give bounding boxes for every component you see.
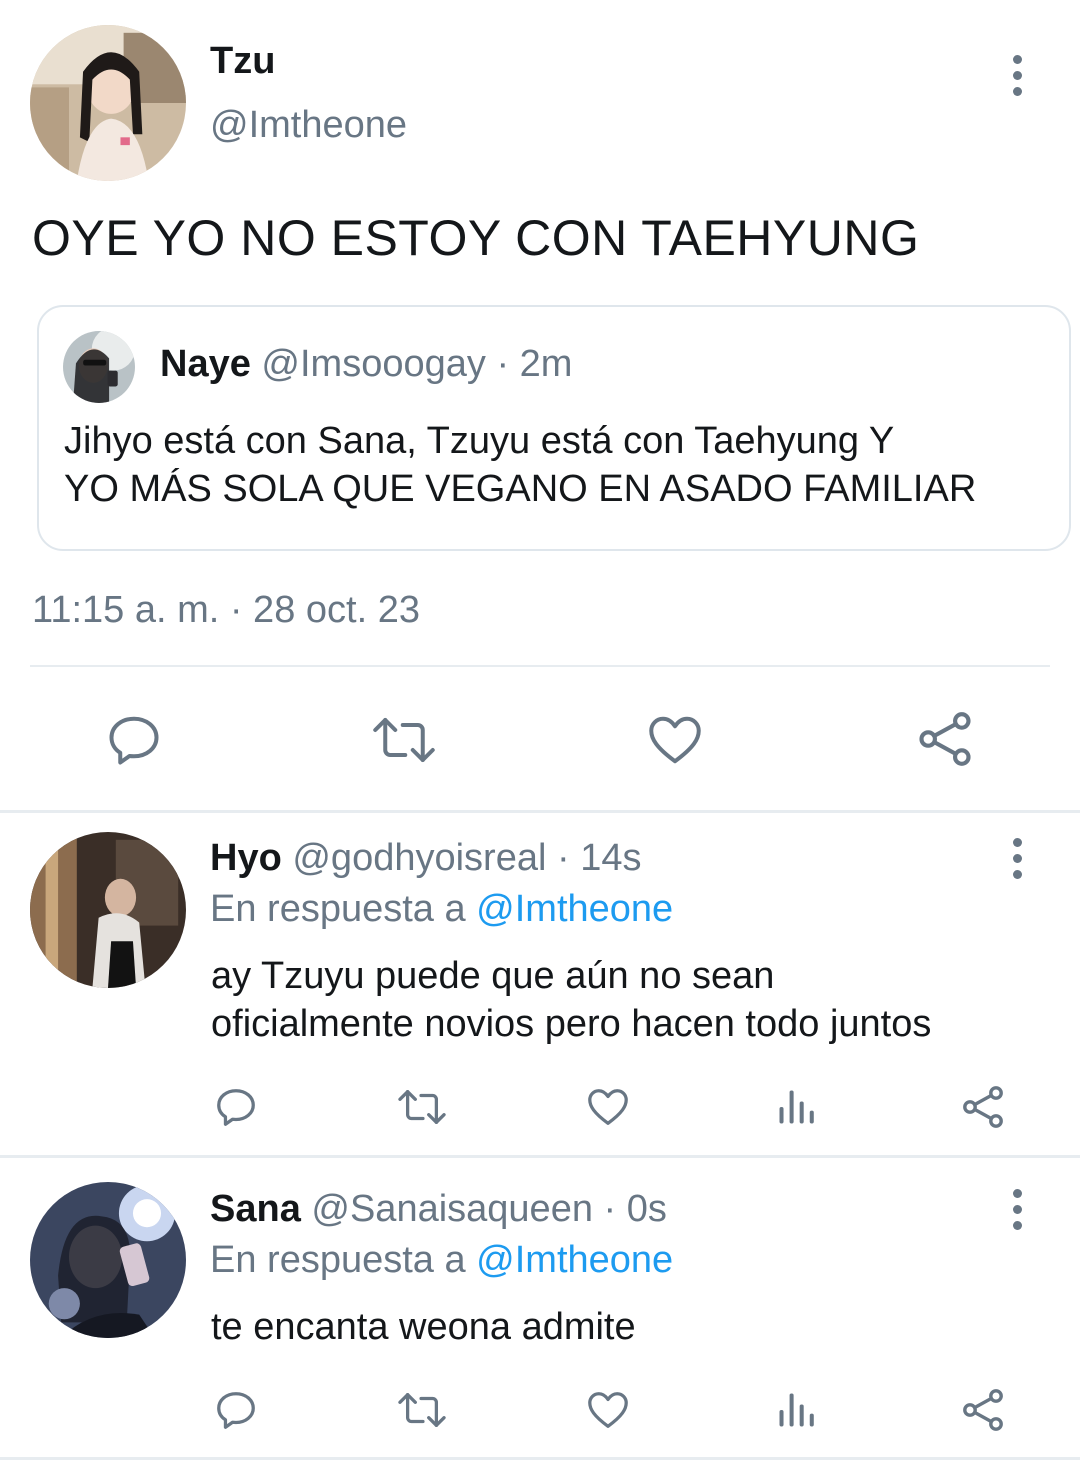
reply2-share-icon[interactable] xyxy=(959,1386,1007,1434)
reply2-analytics-icon[interactable] xyxy=(774,1387,818,1433)
main-timestamp[interactable]: 11:15 a. m. · 28 oct. 23 xyxy=(32,587,420,633)
quoted-display-name: Naye xyxy=(160,343,251,385)
more-options-icon[interactable] xyxy=(997,50,1037,100)
quoted-handle: @Imsooogay xyxy=(261,343,486,385)
avatar-naye xyxy=(63,331,135,403)
main-handle[interactable]: @Imtheone xyxy=(210,102,407,148)
quoted-text-line2: YO MÁS SOLA QUE VEGANO EN ASADO FAMILIAR xyxy=(64,468,977,510)
reply1-more-options-icon[interactable] xyxy=(997,833,1037,883)
reply2-display-name[interactable]: Sana xyxy=(210,1188,301,1230)
reply1-text-line1: ay Tzuyu puede que aún no sean xyxy=(211,955,775,997)
main-tweet-divider xyxy=(0,810,1080,813)
reply2-divider xyxy=(0,1457,1080,1460)
reply2-reply-prefix: En respuesta a xyxy=(210,1239,466,1281)
main-tweet-text: OYE YO NO ESTOY CON TAEHYUNG xyxy=(32,210,920,266)
retweet-icon[interactable] xyxy=(370,710,438,770)
reply2-retweet-icon[interactable] xyxy=(396,1387,448,1433)
reply1-reply-prefix: En respuesta a xyxy=(210,888,466,930)
reply1-share-icon[interactable] xyxy=(959,1083,1007,1131)
reply2-more-options-icon[interactable] xyxy=(997,1184,1037,1234)
reply2-handle[interactable]: @Sanaisaqueen xyxy=(311,1188,593,1230)
timestamp-divider xyxy=(30,665,1050,667)
reply2-time: · 0s xyxy=(603,1188,667,1230)
quoted-separator: · xyxy=(496,343,510,385)
reply2-reply-icon[interactable] xyxy=(213,1387,259,1433)
reply1-text-line2: oficialmente novios pero hacen todo junt… xyxy=(211,1003,932,1045)
reply1-like-icon[interactable] xyxy=(585,1084,631,1130)
main-display-name[interactable]: Tzu xyxy=(210,38,275,84)
reply1-time: · 14s xyxy=(556,837,642,879)
avatar-tzu[interactable] xyxy=(30,25,186,181)
reply1-display-name[interactable]: Hyo xyxy=(210,837,282,879)
quoted-text-line1: Jihyo está con Sana, Tzuyu está con Taeh… xyxy=(64,420,895,462)
quoted-time: 2m xyxy=(519,343,573,385)
share-icon[interactable] xyxy=(914,708,976,770)
avatar-hyo[interactable] xyxy=(30,832,186,988)
reply-icon[interactable] xyxy=(104,710,164,770)
quoted-tweet-card[interactable]: Naye @Imsooogay · 2m Jihyo está con Sana… xyxy=(37,305,1071,551)
reply1-divider xyxy=(0,1155,1080,1158)
reply2-text-line1: te encanta weona admite xyxy=(211,1306,636,1348)
reply1-reply-icon[interactable] xyxy=(213,1084,259,1130)
avatar-sana[interactable] xyxy=(30,1182,186,1338)
reply1-analytics-icon[interactable] xyxy=(774,1084,818,1130)
like-icon[interactable] xyxy=(645,710,705,770)
reply1-retweet-icon[interactable] xyxy=(396,1084,448,1130)
reply1-handle[interactable]: @godhyoisreal xyxy=(292,837,546,879)
reply2-like-icon[interactable] xyxy=(585,1387,631,1433)
reply2-reply-to-link[interactable]: @Imtheone xyxy=(476,1239,673,1281)
reply1-reply-to-link[interactable]: @Imtheone xyxy=(476,888,673,930)
